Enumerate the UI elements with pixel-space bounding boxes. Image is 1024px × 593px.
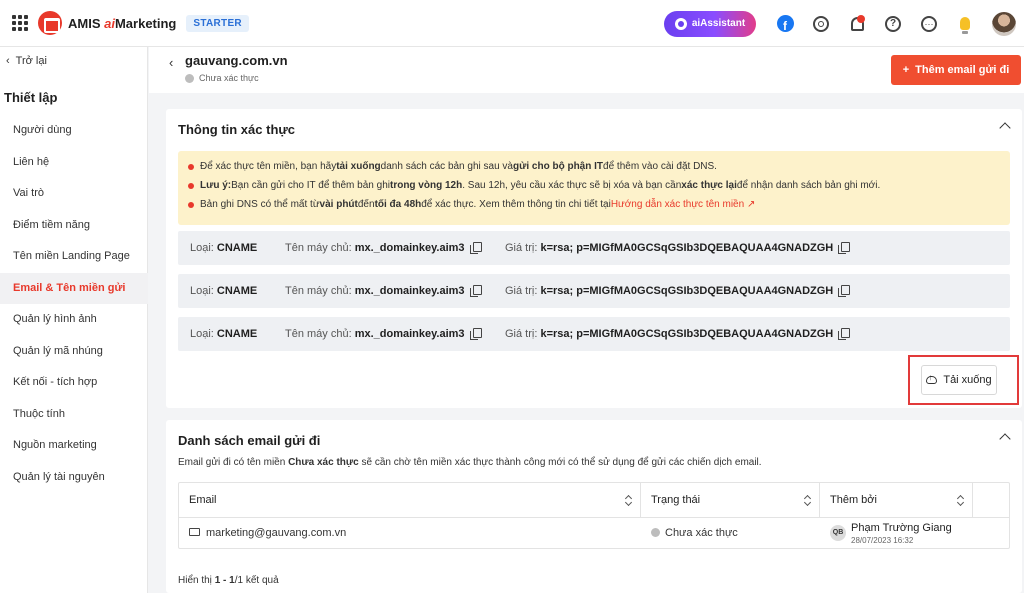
sidebar-item-lead-score[interactable]: Điểm tiềm năng [0,210,148,242]
notification-badge [856,14,865,23]
help-button[interactable]: ? [884,15,902,33]
ai-assistant-label: aiAssistant [691,18,746,29]
bullet-icon [188,182,194,189]
copy-icon[interactable] [469,285,482,297]
settings-button[interactable] [812,15,830,33]
copy-icon[interactable] [469,328,482,340]
sidebar-item-resources[interactable]: Quản lý tài nguyên [0,462,148,494]
copy-icon[interactable] [838,242,851,254]
table-header: Email Trạng thái Thêm bởi [179,483,1009,518]
chevron-left-icon[interactable]: ‹ [169,55,173,70]
add-sender-email-label: Thêm email gửi đi [915,64,1010,76]
ai-assistant-button[interactable]: aiAssistant [664,10,756,37]
facebook-button[interactable]: f [776,15,794,33]
added-date: 28/07/2023 16:32 [851,536,914,545]
sort-icon[interactable] [804,495,811,506]
chevron-up-icon[interactable] [999,433,1011,445]
column-header-added-by[interactable]: Thêm bởi [820,483,973,518]
verification-card: Thông tin xác thực Để xác thực tên miền,… [166,109,1022,408]
lightbulb-icon [960,17,970,34]
email-cell: marketing@gauvang.com.vn [179,518,346,549]
mail-icon [189,528,200,536]
dns-record-row: Loại: CNAME Tên máy chủ: mx._domainkey.a… [178,231,1010,265]
user-avatar[interactable] [992,11,1016,36]
copy-icon[interactable] [469,242,482,254]
more-icon: ··· [921,15,937,32]
sidebar-item-images[interactable]: Quản lý hình ảnh [0,304,148,336]
status-dot-icon [651,528,660,537]
gear-icon [813,15,829,32]
notice-line: Lưu ý: Bạn cần gửi cho IT để thêm bản gh… [188,176,1010,195]
apps-grid-icon[interactable] [12,15,28,31]
settings-title: Thiết lập [4,90,58,105]
sidebar-item-embed-codes[interactable]: Quản lý mã nhúng [0,336,148,368]
tips-button[interactable] [956,15,974,34]
sort-icon[interactable] [957,495,964,506]
avatar: QB [830,525,846,541]
sender-list-description: Email gửi đi có tên miền Chưa xác thực s… [178,457,762,468]
dns-notice: Để xác thực tên miền, bạn hãy tải xuống … [178,151,1010,225]
help-icon: ? [885,15,901,32]
bullet-icon [188,201,194,208]
facebook-icon: f [776,15,794,32]
plus-icon: + [902,64,910,76]
sidebar-item-integrations[interactable]: Kết nối - tích hợp [0,367,148,399]
sidebar-item-attributes[interactable]: Thuộc tính [0,399,148,431]
download-label: Tải xuống [943,374,992,386]
top-bar: AMIS aiMarketing STARTER aiAssistant f ?… [0,0,1024,47]
column-header-status[interactable]: Trạng thái [641,483,820,518]
copy-icon[interactable] [838,285,851,297]
notifications-button[interactable] [848,14,866,33]
chevron-left-icon: ‹ [6,55,10,67]
status-dot-icon [185,73,194,83]
added-by-cell: QB Phạm Trường Giang 28/07/2023 16:32 [820,518,1000,549]
back-label: Trở lại [15,55,47,67]
brand-name[interactable]: AMIS aiMarketing [68,16,176,31]
sort-icon[interactable] [625,495,632,506]
plan-badge: STARTER [186,14,249,32]
external-link-icon: ↗ [746,199,756,210]
sidebar-item-email-domain[interactable]: Email & Tên miền gửi [0,272,148,304]
dns-record-row: Loại: CNAME Tên máy chủ: mx._domainkey.a… [178,317,1010,351]
page-title: gauvang.com.vn [185,53,288,68]
sidebar-item-marketing-sources[interactable]: Nguồn marketing [0,430,148,462]
back-link[interactable]: ‹ Trở lại [6,55,47,67]
sidebar: ‹ Trở lại Thiết lập Người dùng Liên hệ Va… [0,47,148,593]
download-button[interactable]: Tải xuống [921,365,997,395]
chevron-up-icon[interactable] [999,122,1011,134]
ai-assistant-icon [674,17,687,30]
page-header: ‹ gauvang.com.vn Chưa xác thực + Thêm em… [149,47,1024,93]
settings-nav: Người dùng Liên hệ Vai trò Điểm tiềm năn… [0,115,148,493]
sidebar-item-roles[interactable]: Vai trò [0,178,148,210]
added-by-name: Phạm Trường Giang [851,522,952,534]
bell-icon [850,14,865,31]
sender-list-title: Danh sách email gửi đi [178,433,321,448]
sidebar-item-contacts[interactable]: Liên hệ [0,147,148,179]
more-button[interactable]: ··· [920,15,938,33]
sender-list-card: Danh sách email gửi đi Email gửi đi có t… [166,420,1022,593]
status-cell: Chưa xác thực [641,518,738,549]
sender-table: Email Trạng thái Thêm bởi marketing@gauv… [178,482,1010,549]
verification-title: Thông tin xác thực [178,122,296,137]
result-count: Hiển thị 1 - 1/1 kết quả [178,575,279,586]
domain-guide-link[interactable]: Hướng dẫn xác thực tên miền ↗ [611,195,756,214]
domain-status: Chưa xác thực [185,73,259,83]
column-header-email[interactable]: Email [179,483,641,518]
table-row[interactable]: marketing@gauvang.com.vn Chưa xác thực Q… [179,518,1009,549]
add-sender-email-button[interactable]: + Thêm email gửi đi [891,55,1021,85]
brand-logo-icon[interactable] [38,11,62,35]
sidebar-item-users[interactable]: Người dùng [0,115,148,147]
notice-line: Bản ghi DNS có thể mất từ vài phút đến t… [188,195,1010,214]
cloud-download-icon [926,373,938,384]
status-label: Chưa xác thực [199,73,259,83]
dns-record-row: Loại: CNAME Tên máy chủ: mx._domainkey.a… [178,274,1010,308]
sidebar-item-landing-domain[interactable]: Tên miền Landing Page [0,241,148,273]
copy-icon[interactable] [838,328,851,340]
notice-line: Để xác thực tên miền, bạn hãy tải xuống … [188,157,1010,176]
bullet-icon [188,163,194,170]
